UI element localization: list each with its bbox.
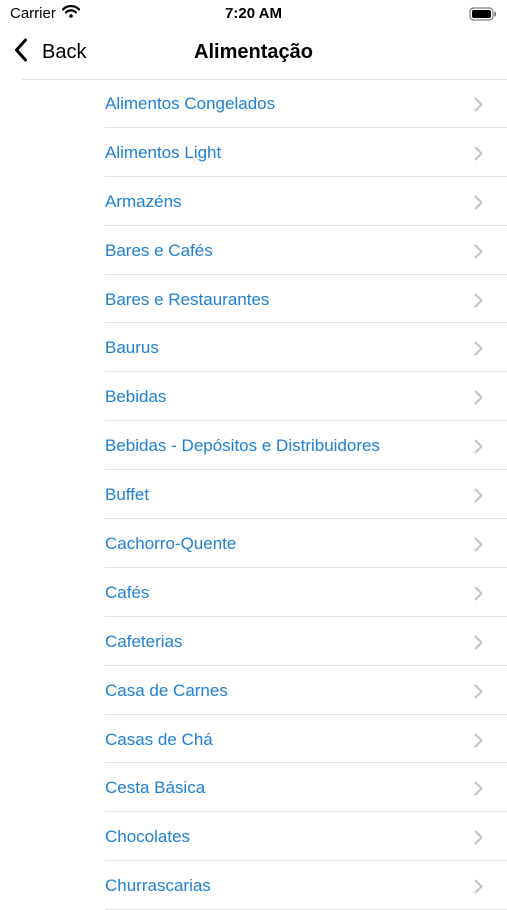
category-list: Alimentos Congelados Alimentos Light Armaz… [0,79,507,910]
list-item[interactable]: Cachorro-Quente [105,519,507,568]
list-item[interactable]: Chocolates [105,812,507,862]
list-item[interactable]: Buffet [105,470,507,520]
chevron-right-icon [474,341,483,361]
list-item-label: Alimentos Light [105,142,222,162]
list-item-label: Cafés [105,582,150,602]
chevron-right-icon [474,390,483,410]
list-item-label: Churrascarias [105,876,211,896]
list-item[interactable]: Churrascarias [105,861,507,910]
list-item-label: Casa de Carnes [105,680,228,700]
list-item[interactable]: Bebidas - Depósitos e Distribuidores [105,421,507,471]
list-item-label: Cesta Básica [105,778,206,798]
chevron-right-icon [474,488,483,508]
list-item-label: Baurus [105,338,159,358]
list-item-label: Bares e Restaurantes [105,289,270,309]
list-item[interactable]: Cafeterias [105,617,507,666]
list-item-label: Bares e Cafés [105,240,213,260]
status-bar: Carrier 7:20 AM [0,0,507,28]
list-item-label: Alimentos Congelados [105,94,276,113]
list-item-label: Bebidas [105,387,167,407]
list-item[interactable]: Bares e Restaurantes [105,275,507,324]
chevron-right-icon [474,439,483,459]
list-item[interactable]: Bebidas [105,372,507,422]
status-time: 7:20 AM [225,5,282,22]
chevron-right-icon [474,195,483,215]
list-item[interactable]: Cafés [105,568,507,617]
list-item[interactable]: Cesta Básica [105,763,507,813]
list-item[interactable]: Baurus [105,323,507,373]
chevron-right-icon [474,830,483,850]
list-item[interactable]: Armazéns [105,177,507,226]
chevron-right-icon [474,684,483,704]
list-item-label: Chocolates [105,827,191,847]
list-item[interactable]: Casa de Carnes [105,666,507,715]
navigation-bar: Back Alimentação [0,28,507,78]
list-item-label: Bebidas - Depósitos e Distribuidores [105,436,380,456]
chevron-right-icon [474,879,483,899]
chevron-right-icon [474,733,483,753]
chevron-right-icon [474,586,483,606]
chevron-right-icon [474,146,483,166]
battery-icon [469,7,497,26]
chevron-right-icon [474,537,483,557]
chevron-right-icon [474,293,483,313]
list-item[interactable]: Casas de Chá [105,715,507,764]
list-item[interactable]: Bares e Cafés [105,226,507,275]
list-item-label: Buffet [105,485,150,505]
list-item[interactable]: Alimentos Congelados [105,79,507,128]
chevron-right-icon [474,97,483,117]
chevron-right-icon [474,781,483,801]
list-item-label: Armazéns [105,191,182,211]
list-item[interactable]: Alimentos Light [105,128,507,177]
list-item-label: Casas de Chá [105,729,213,749]
page-title: Alimentação [194,41,313,63]
chevron-right-icon [474,635,483,655]
list-item-label: Cafeterias [105,631,183,651]
list-item-label: Cachorro-Quente [105,534,237,554]
chevron-right-icon [474,244,483,264]
